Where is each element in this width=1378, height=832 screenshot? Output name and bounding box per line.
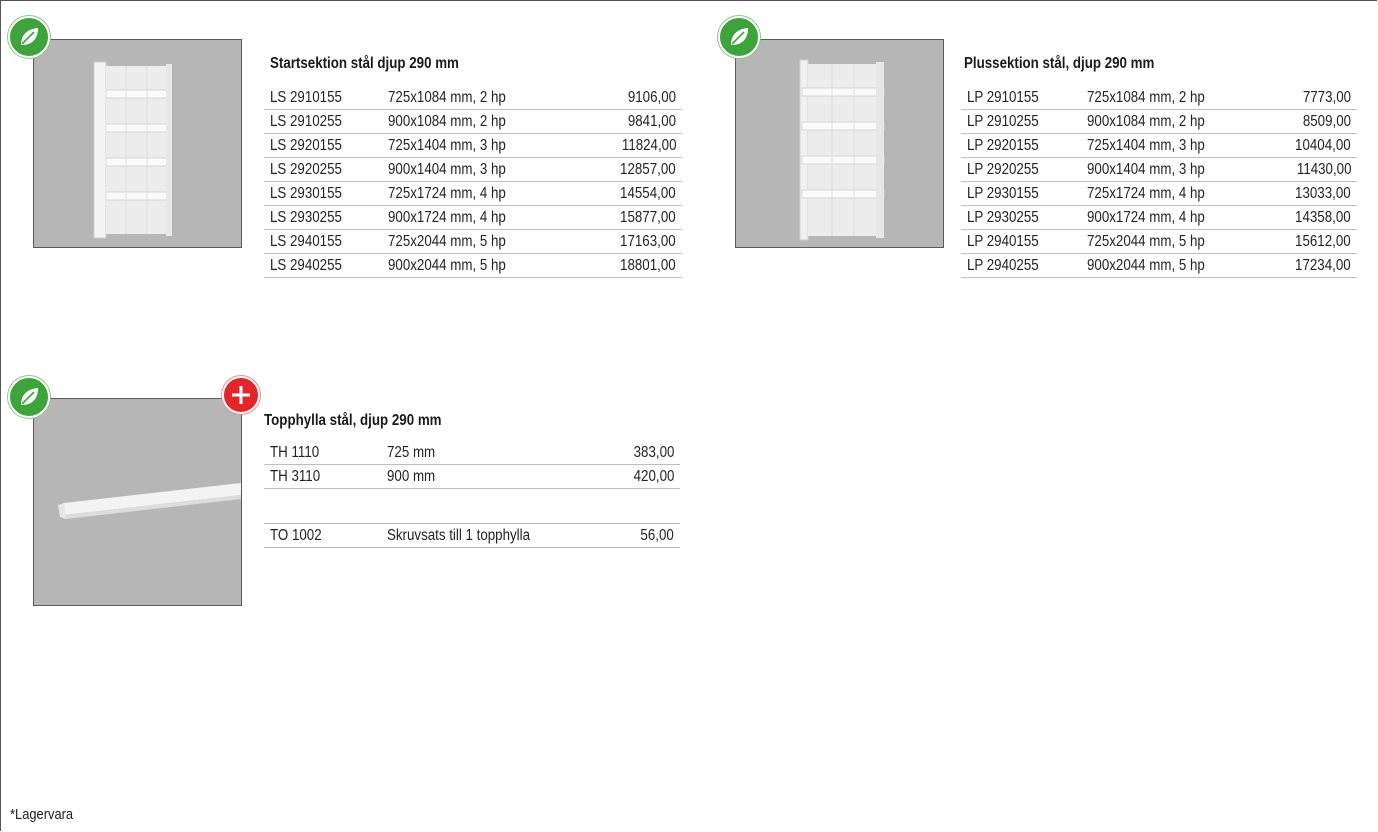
footnote: *Lagervara (10, 806, 74, 823)
article-code: LP 2940255 (967, 256, 1039, 274)
article-price: 10404,00 (1295, 136, 1351, 154)
product-image-plussektion (735, 39, 944, 248)
article-desc: 900x2044 mm, 5 hp (1087, 256, 1205, 274)
table-row: LS 2940255 900x2044 mm, 5 hp 18801,00 (264, 253, 682, 278)
table-row: LS 2930255 900x1724 mm, 4 hp 15877,00 (264, 205, 682, 230)
article-code: LS 2920255 (270, 160, 342, 178)
article-code: LS 2920155 (270, 136, 342, 154)
article-code: LS 2940155 (270, 232, 342, 250)
article-price: 14358,00 (1295, 208, 1351, 226)
article-price: 56,00 (640, 526, 674, 544)
article-price: 12857,00 (620, 160, 676, 178)
article-price: 14554,00 (620, 184, 676, 202)
article-desc: 900x1724 mm, 4 hp (1087, 208, 1205, 226)
table-row: LP 2940155 725x2044 mm, 5 hp 15612,00 (961, 229, 1357, 254)
product-image-startsektion (33, 39, 242, 248)
table-row: TH 3110 900 mm 420,00 (264, 464, 680, 489)
article-code: LS 2930255 (270, 208, 342, 226)
article-desc: 725x1724 mm, 4 hp (388, 184, 506, 202)
price-table-plussektion: LP 2910155 725x1084 mm, 2 hp 7773,00 LP 29… (961, 86, 1357, 278)
article-desc: 900x1404 mm, 3 hp (388, 160, 506, 178)
price-table-startsektion: LS 2910155 725x1084 mm, 2 hp 9106,00 LS 29… (264, 86, 682, 278)
article-price: 15612,00 (1295, 232, 1351, 250)
table-row: LP 2910155 725x1084 mm, 2 hp 7773,00 (961, 86, 1357, 110)
article-code: LS 2910255 (270, 112, 342, 130)
article-desc: 900x1404 mm, 3 hp (1087, 160, 1205, 178)
article-price: 9106,00 (627, 88, 676, 106)
article-price: 15877,00 (620, 208, 676, 226)
article-desc: 725 mm (387, 443, 436, 461)
table-row: LS 2940155 725x2044 mm, 5 hp 17163,00 (264, 229, 682, 254)
article-price: 8509,00 (1302, 112, 1351, 130)
article-desc: 900x1724 mm, 4 hp (388, 208, 506, 226)
article-desc: 900x1084 mm, 2 hp (1087, 112, 1205, 130)
article-price: 420,00 (633, 467, 674, 485)
article-price: 18801,00 (620, 256, 676, 274)
table-row: LP 2920255 900x1404 mm, 3 hp 11430,00 (961, 157, 1357, 182)
table-row: LS 2920155 725x1404 mm, 3 hp 11824,00 (264, 133, 682, 158)
eco-leaf-icon (718, 16, 760, 58)
article-price: 383,00 (633, 443, 674, 461)
article-price: 11430,00 (1296, 160, 1351, 178)
article-price: 13033,00 (1295, 184, 1351, 202)
article-desc: 725x1084 mm, 2 hp (388, 88, 506, 106)
article-desc: 725x1404 mm, 3 hp (1087, 136, 1205, 154)
article-code: LS 2940255 (270, 256, 342, 274)
table-row: LP 2940255 900x2044 mm, 5 hp 17234,00 (961, 253, 1357, 278)
article-code: LP 2910155 (967, 88, 1039, 106)
table-row: LS 2930155 725x1724 mm, 4 hp 14554,00 (264, 181, 682, 206)
article-price: 17234,00 (1295, 256, 1351, 274)
eco-leaf-icon (8, 376, 50, 418)
article-desc: 725x1084 mm, 2 hp (1087, 88, 1205, 106)
product-image-topphylla (33, 398, 242, 606)
article-code: LP 2930155 (967, 184, 1039, 202)
plus-icon (222, 376, 260, 414)
article-code: LP 2920155 (967, 136, 1039, 154)
table-row: TO 1002 Skruvsats till 1 topphylla 56,00 (264, 523, 680, 548)
article-code: LP 2920255 (967, 160, 1039, 178)
table-row: LP 2930155 725x1724 mm, 4 hp 13033,00 (961, 181, 1357, 206)
product-title: Startsektion stål djup 290 mm (270, 55, 459, 72)
article-code: LP 2930255 (967, 208, 1039, 226)
article-code: LS 2930155 (270, 184, 342, 202)
product-title: Topphylla stål, djup 290 mm (264, 412, 442, 429)
article-price: 7773,00 (1302, 88, 1351, 106)
article-desc: 725x2044 mm, 5 hp (1087, 232, 1205, 250)
table-row: LP 2930255 900x1724 mm, 4 hp 14358,00 (961, 205, 1357, 230)
table-row-spacer (264, 488, 680, 524)
article-desc: Skruvsats till 1 topphylla (387, 526, 531, 544)
article-desc: 725x1404 mm, 3 hp (388, 136, 506, 154)
price-table-topphylla: TH 1110 725 mm 383,00 TH 3110 900 mm 420,00 … (264, 441, 680, 548)
table-row: LS 2910255 900x1084 mm, 2 hp 9841,00 (264, 109, 682, 134)
article-desc: 900x1084 mm, 2 hp (388, 112, 506, 130)
article-price: 11824,00 (621, 136, 676, 154)
eco-leaf-icon (8, 16, 50, 58)
article-desc: 725x1724 mm, 4 hp (1087, 184, 1205, 202)
article-code: LS 2910155 (270, 88, 342, 106)
article-price: 17163,00 (620, 232, 676, 250)
article-code: LP 2940155 (967, 232, 1039, 250)
article-price: 9841,00 (627, 112, 676, 130)
article-code: TH 1110 (270, 443, 320, 461)
table-row: LS 2920255 900x1404 mm, 3 hp 12857,00 (264, 157, 682, 182)
table-row: LP 2920155 725x1404 mm, 3 hp 10404,00 (961, 133, 1357, 158)
table-row: TH 1110 725 mm 383,00 (264, 441, 680, 465)
product-title: Plussektion stål, djup 290 mm (964, 55, 1155, 72)
table-row: LS 2910155 725x1084 mm, 2 hp 9106,00 (264, 86, 682, 110)
article-desc: 900x2044 mm, 5 hp (388, 256, 506, 274)
article-code: TO 1002 (270, 526, 322, 544)
article-code: LP 2910255 (967, 112, 1039, 130)
article-desc: 900 mm (387, 467, 436, 485)
table-row: LP 2910255 900x1084 mm, 2 hp 8509,00 (961, 109, 1357, 134)
article-code: TH 3110 (270, 467, 321, 485)
article-desc: 725x2044 mm, 5 hp (388, 232, 506, 250)
